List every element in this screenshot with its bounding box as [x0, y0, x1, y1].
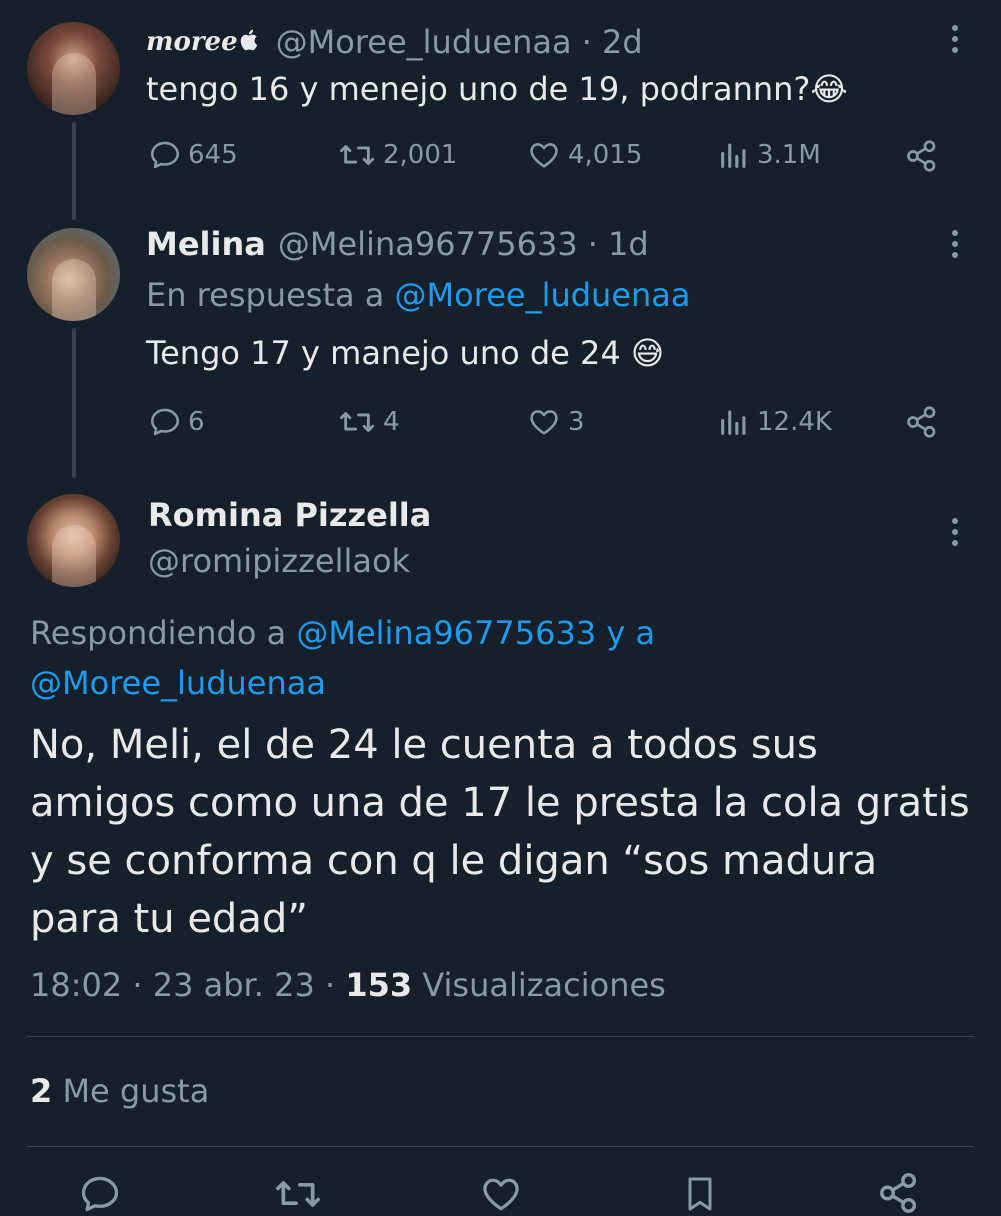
reply-button[interactable]: 645 [148, 138, 238, 172]
share-icon [907, 140, 936, 172]
replying-to-label: Respondiendo a [30, 614, 287, 652]
display-name[interactable]: Romina Pizzella [148, 496, 431, 534]
tweet-date[interactable]: 23 abr. 23 [153, 966, 315, 1004]
reply-context-label: En respuesta a [146, 276, 385, 314]
reply-button[interactable]: 6 [148, 405, 205, 439]
tweet-time[interactable]: 18:02 [30, 966, 122, 1004]
more-icon[interactable] [951, 518, 959, 546]
thread-line [72, 122, 76, 220]
reply-icon [150, 408, 180, 436]
replying-to-mention-1[interactable]: @Melina96775633 [296, 614, 596, 652]
tweet-text-line: amigos como una de 17 le presta la cola … [30, 780, 970, 826]
tweet-text: Tengo 17 y manejo uno de 24 😅 [146, 334, 665, 372]
avatar[interactable] [27, 22, 120, 115]
retweet-icon [340, 145, 375, 165]
tweet-text-line: No, Meli, el de 24 le cuenta a todos sus [30, 722, 818, 768]
reply-icon [81, 1176, 119, 1212]
apple-icon [240, 28, 260, 56]
heart-icon [530, 410, 558, 435]
share-button[interactable] [904, 138, 940, 174]
share-button[interactable] [876, 1170, 922, 1216]
retweet-button[interactable]: 2,001 [337, 138, 457, 172]
tweet-meta: 18:02 · 23 abr. 23 · 153 Visualizaciones [30, 966, 666, 1004]
likes-label: Me gusta [62, 1072, 210, 1110]
bookmark-icon [688, 1177, 712, 1211]
views-icon [721, 410, 746, 435]
more-icon[interactable] [951, 25, 959, 53]
retweet-count: 4 [383, 407, 400, 437]
handle[interactable]: @romipizzellaok [148, 542, 410, 580]
reply-to-mention[interactable]: @Moree_luduenaa [395, 276, 691, 314]
display-name[interactable]: Melina [146, 225, 266, 263]
more-icon[interactable] [951, 230, 959, 258]
likes-summary[interactable]: 2 Me gusta [30, 1072, 209, 1110]
share-icon [907, 406, 936, 438]
views-button[interactable]: 3.1M [717, 138, 821, 172]
divider [27, 1146, 974, 1147]
timestamp[interactable]: · 1d [588, 225, 649, 263]
reply-icon [150, 141, 180, 169]
reply-count: 645 [188, 140, 238, 170]
likes-count: 2 [30, 1072, 53, 1110]
replying-to-mention-2[interactable]: @Moree_luduenaa [30, 664, 326, 702]
replying-to-joiner: y a [606, 614, 656, 652]
like-button[interactable]: 4,015 [526, 138, 642, 172]
avatar[interactable] [27, 494, 120, 587]
like-button[interactable] [478, 1172, 524, 1216]
views-icon [721, 143, 746, 168]
tweet-text-line: para tu edad” [30, 896, 308, 942]
views-count: 3.1M [757, 140, 821, 170]
handle[interactable]: @Melina96775633 [278, 225, 578, 263]
separator: · [132, 966, 153, 1004]
thread-line [72, 328, 76, 478]
heart-icon [483, 1178, 519, 1211]
tweet-text-line: y se conforma con q le digan “sos madura [30, 838, 878, 884]
views-label: Visualizaciones [422, 966, 666, 1004]
heart-icon [530, 143, 558, 168]
retweet-icon [340, 412, 375, 432]
like-count: 3 [568, 407, 585, 437]
separator: · [325, 966, 346, 1004]
retweet-icon [276, 1181, 320, 1207]
retweet-count: 2,001 [383, 140, 458, 170]
views-count: 153 [345, 966, 413, 1004]
like-button[interactable]: 3 [526, 405, 585, 439]
share-icon [880, 1173, 917, 1213]
like-count: 4,015 [568, 140, 643, 170]
share-button[interactable] [904, 404, 940, 440]
bookmark-button[interactable] [680, 1172, 720, 1216]
handle[interactable]: @Moree_luduenaa [276, 23, 572, 61]
retweet-button[interactable] [272, 1172, 324, 1216]
reply-count: 6 [188, 407, 205, 437]
retweet-button[interactable]: 4 [337, 405, 400, 439]
display-name[interactable]: moree [146, 27, 238, 57]
tweet-text: tengo 16 y menejo uno de 19, podrannn?😂 [146, 70, 848, 108]
divider [27, 1036, 974, 1037]
reply-button[interactable] [78, 1172, 122, 1216]
timestamp[interactable]: · 2d [582, 23, 643, 61]
views-button[interactable]: 12.4K [717, 405, 832, 439]
views-count: 12.4K [757, 407, 832, 437]
avatar[interactable] [27, 228, 120, 321]
